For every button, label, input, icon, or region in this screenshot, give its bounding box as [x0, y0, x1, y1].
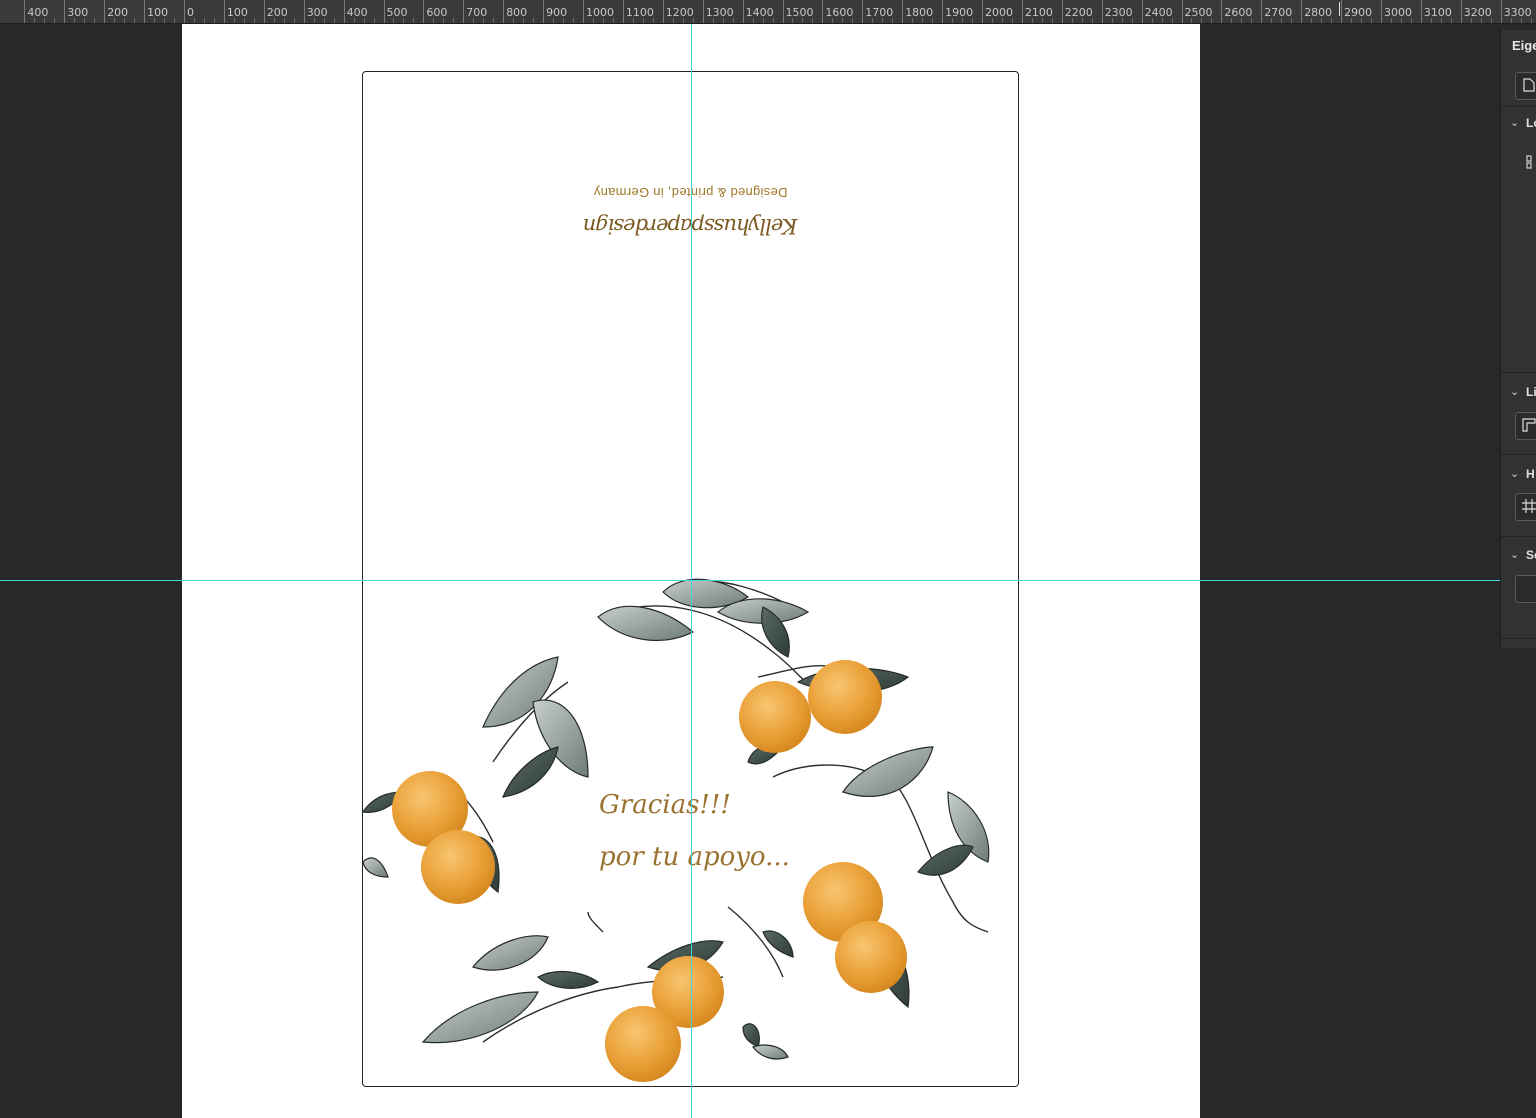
swatch-button[interactable]	[1515, 575, 1536, 603]
horizontal-ruler[interactable]: 400 300 200 100 0 100 200 300 400 500 600 700 800 900…	[0, 0, 1536, 24]
ruler-tick	[1221, 0, 1223, 23]
ruler-label: 1800	[905, 6, 934, 19]
ruler-tick	[1301, 0, 1303, 23]
ruler-label: 1300	[705, 6, 734, 19]
ruler-tick	[543, 0, 545, 23]
ruler-tick	[383, 0, 385, 23]
ruler-label: 0	[187, 6, 194, 19]
ruler-tick	[622, 0, 624, 23]
chevron-down-icon[interactable]: ⌄	[1510, 118, 1520, 129]
ruler-tick	[303, 0, 305, 23]
chevron-down-icon[interactable]: ⌄	[1510, 387, 1520, 398]
ruler-tick	[223, 0, 225, 23]
section-label-2[interactable]: H	[1526, 467, 1535, 481]
ruler-tick	[742, 0, 744, 23]
chevron-down-icon[interactable]: ⌄	[1510, 550, 1520, 561]
ruler-tick	[822, 0, 824, 23]
panel-title: Eige	[1512, 38, 1536, 53]
ruler-label: 2300	[1104, 6, 1133, 19]
document-icon[interactable]	[1515, 72, 1536, 100]
ruler-tick	[1420, 0, 1422, 23]
ruler-label: 1500	[785, 6, 814, 19]
ruler-label: 3000	[1384, 6, 1412, 19]
ruler-tick	[782, 0, 784, 23]
greeting-line-2: por tu apoyo...	[599, 842, 790, 872]
link-icon[interactable]	[1523, 154, 1535, 170]
ruler-tick	[1261, 0, 1263, 23]
ruler-tick	[583, 0, 584, 23]
section-label-1[interactable]: Li	[1526, 385, 1536, 399]
ruler-tick	[942, 0, 944, 23]
greeting-line-1: Gracias!!!	[599, 790, 731, 820]
ruler-label: 2500	[1184, 6, 1213, 19]
ruler-label: 3100	[1423, 6, 1452, 19]
ruler-tick	[1341, 0, 1343, 23]
ruler-tick	[64, 0, 66, 23]
section-label-0[interactable]: Lo	[1526, 116, 1536, 130]
ruler-label: 2200	[1064, 6, 1093, 19]
ruler-tick	[1381, 0, 1382, 23]
vertical-guide[interactable]	[691, 24, 692, 1118]
ruler-tick	[902, 0, 904, 23]
ruler-tick	[1021, 0, 1023, 23]
cursor-position-marker	[1339, 2, 1340, 16]
ruler-tick	[982, 0, 983, 23]
horizontal-guide[interactable]	[0, 580, 1500, 581]
ruler-tick	[24, 0, 26, 23]
ruler-label: 3300	[1503, 6, 1532, 19]
ruler-tick	[1181, 0, 1183, 23]
properties-panel[interactable]: Eige ⌄ Lo ⌄ Li ⌄ H ⌄ Sc	[1500, 30, 1536, 648]
ruler-label: 1900	[945, 6, 974, 19]
ruler-label: 1000	[586, 6, 614, 19]
chevron-down-icon[interactable]: ⌄	[1510, 469, 1520, 480]
ruler-label: 2600	[1224, 6, 1253, 19]
ruler-tick	[503, 0, 505, 23]
ruler-tick	[662, 0, 664, 23]
ruler-label: 2400	[1144, 6, 1173, 19]
ruler-tick	[1460, 0, 1462, 23]
ruler-tick	[104, 0, 106, 23]
ruler-label: 2000	[985, 6, 1013, 19]
ruler-label: 1100	[625, 6, 654, 19]
ruler-tick	[702, 0, 704, 23]
ruler-tick	[862, 0, 864, 23]
ruler-tick	[1500, 0, 1502, 23]
ruler-tick	[1141, 0, 1143, 23]
ruler-label: 1600	[825, 6, 854, 19]
ruler-tick	[423, 0, 425, 23]
ruler-label: 2900	[1344, 6, 1373, 19]
ruler-tick	[144, 0, 146, 23]
ruler-label: 1200	[665, 6, 694, 19]
ruler-tick	[1101, 0, 1103, 23]
ruler-tick	[343, 0, 345, 23]
ruler-label: 2100	[1024, 6, 1053, 19]
ruler-tick	[1061, 0, 1063, 23]
ruler-label: 1700	[865, 6, 894, 19]
ruler-label: 2700	[1264, 6, 1293, 19]
section-label-3[interactable]: Sc	[1526, 548, 1536, 562]
ruler-label: 1400	[745, 6, 774, 19]
ruler-tick	[263, 0, 265, 23]
ruler-label: 2800	[1304, 6, 1333, 19]
ruler-tick	[184, 0, 185, 23]
ruler-label: 3200	[1463, 6, 1492, 19]
ruler-icon[interactable]	[1515, 412, 1536, 440]
grid-icon[interactable]	[1515, 493, 1536, 521]
ruler-tick	[463, 0, 465, 23]
